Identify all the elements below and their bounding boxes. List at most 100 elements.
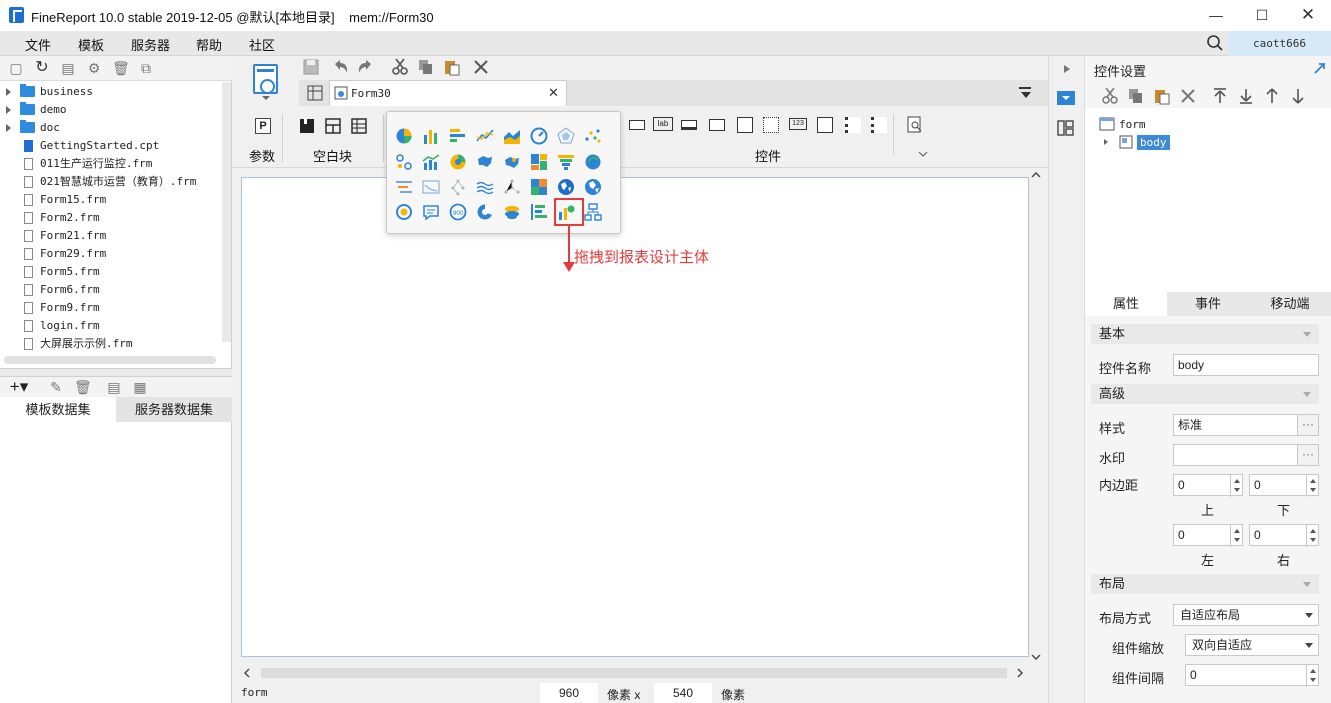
delete-icon[interactable]: 🗑	[112, 60, 130, 76]
area-chart-icon[interactable]	[503, 127, 521, 145]
watermark-input[interactable]	[1173, 444, 1298, 466]
date-widget-icon[interactable]	[737, 117, 753, 133]
menu-file[interactable]: 文件	[25, 35, 51, 54]
tree-chart-icon[interactable]	[449, 178, 467, 196]
close-tab-icon[interactable]: ✕	[548, 85, 559, 101]
dataset-config-icon[interactable]: ▦	[132, 379, 148, 395]
collapse-panel-icon[interactable]	[1063, 64, 1071, 74]
component-gap-input[interactable]: 0	[1185, 664, 1319, 687]
padding-left-spinner[interactable]	[1230, 525, 1242, 547]
textarea-widget-icon[interactable]	[817, 117, 833, 133]
preview-icon[interactable]: ▤	[106, 379, 122, 395]
new-folder-icon[interactable]: ▢	[8, 60, 24, 76]
button-widget-icon[interactable]	[681, 120, 697, 130]
gantt-chart-icon[interactable]	[395, 178, 413, 196]
scroll-up-icon[interactable]	[1031, 172, 1041, 178]
frame-chart-icon[interactable]	[422, 178, 440, 196]
copy-tool-icon[interactable]	[417, 58, 435, 76]
style-more-button[interactable]: ···	[1297, 414, 1319, 436]
column-chart-icon[interactable]	[422, 127, 440, 145]
canvas-width-field[interactable]: 960	[540, 683, 598, 703]
kpi-chart-icon[interactable]: 900	[449, 203, 467, 221]
label-widget-icon[interactable]: lab	[653, 117, 673, 131]
expand-arrow-icon[interactable]	[6, 124, 11, 132]
menu-template[interactable]: 模板	[78, 35, 104, 54]
save-icon[interactable]	[303, 59, 319, 75]
padding-top-spinner[interactable]	[1230, 475, 1242, 497]
absolute-layout-icon[interactable]	[299, 118, 315, 134]
close-button[interactable]: ✕	[1285, 0, 1331, 31]
pie-chart-icon[interactable]	[395, 127, 413, 145]
widget-name-input[interactable]: body	[1173, 354, 1319, 376]
component-library-icon[interactable]	[1057, 120, 1075, 136]
combobox-widget-icon[interactable]	[709, 119, 725, 131]
multi-pie-chart-icon[interactable]	[449, 153, 467, 171]
move-top-icon[interactable]	[1212, 87, 1228, 105]
3d-globe-icon[interactable]	[584, 178, 602, 196]
scatter-chart-icon[interactable]	[584, 127, 602, 145]
padding-bottom-spinner[interactable]	[1306, 475, 1318, 497]
layout-mode-select[interactable]: 自适应布局	[1173, 604, 1319, 626]
menu-server[interactable]: 服务器	[131, 35, 170, 54]
padding-bottom-input[interactable]: 0	[1249, 474, 1319, 497]
edit-icon[interactable]: ✎	[48, 379, 64, 395]
tab-template-dataset[interactable]: 模板数据集	[0, 397, 116, 422]
radar-chart-icon[interactable]	[557, 127, 575, 145]
donut-chart-icon[interactable]	[476, 203, 494, 221]
copy-icon[interactable]: ⧉	[138, 60, 154, 76]
style-input[interactable]: 标准	[1173, 414, 1298, 436]
section-basic[interactable]: 基本	[1091, 324, 1319, 344]
preview-widget-icon[interactable]	[907, 116, 923, 134]
tab-events[interactable]: 事件	[1167, 292, 1249, 316]
funnel-chart-icon[interactable]	[557, 153, 575, 171]
component-scale-select[interactable]: 双向自适应	[1185, 634, 1319, 656]
paste-widget-icon[interactable]	[1153, 87, 1171, 105]
padding-left-input[interactable]: 0	[1173, 524, 1243, 547]
number-widget-icon[interactable]: 123	[789, 118, 807, 130]
globe-chart-icon[interactable]	[557, 178, 575, 196]
table-layout-icon[interactable]	[351, 118, 367, 134]
liquid-chart-icon[interactable]	[503, 203, 521, 221]
tree-node-body[interactable]: body	[1137, 135, 1170, 150]
scroll-right-icon[interactable]	[1017, 668, 1023, 678]
template-icon[interactable]: ▤	[60, 60, 76, 76]
search-icon[interactable]	[1206, 34, 1224, 52]
user-badge[interactable]: caott666	[1228, 31, 1331, 56]
widget-settings-toggle[interactable]	[1057, 91, 1075, 105]
widget-expand-icon[interactable]	[918, 151, 928, 157]
expand-arrow-icon[interactable]	[1103, 138, 1109, 146]
maximize-button[interactable]: ☐	[1239, 0, 1285, 31]
expand-arrow-icon[interactable]	[6, 88, 11, 96]
move-down-icon[interactable]	[1290, 87, 1306, 105]
move-up-icon[interactable]	[1264, 87, 1280, 105]
section-advanced[interactable]: 高级	[1091, 384, 1319, 404]
tab-properties[interactable]: 属性	[1085, 292, 1167, 316]
parameter-panel-icon[interactable]: P	[255, 118, 271, 134]
refresh-icon[interactable]: ↻	[34, 60, 50, 76]
padding-top-input[interactable]: 0	[1173, 474, 1243, 497]
menu-community[interactable]: 社区	[249, 35, 275, 54]
delete-tool-icon[interactable]	[473, 59, 489, 75]
canvas-horizontal-scrollbar[interactable]	[241, 665, 1031, 681]
tree-node-form[interactable]: form	[1119, 118, 1146, 131]
file-tab-form30[interactable]: Form30 ✕	[329, 80, 567, 106]
point-map-icon[interactable]	[503, 153, 521, 171]
combo-chart-icon[interactable]	[422, 153, 440, 171]
section-layout[interactable]: 布局	[1091, 574, 1319, 594]
canvas-vertical-scrollbar[interactable]	[1030, 168, 1042, 664]
panel-splitter[interactable]	[0, 368, 232, 377]
region-map-icon[interactable]	[476, 153, 494, 171]
checkbox-group-widget-icon[interactable]	[871, 117, 887, 133]
tab-server-dataset[interactable]: 服务器数据集	[116, 397, 232, 422]
settings-icon[interactable]: ⚙	[86, 60, 102, 76]
textbox-widget-icon[interactable]	[629, 120, 645, 130]
tab-menu-icon[interactable]	[1019, 87, 1033, 99]
tree-vertical-scrollbar[interactable]	[222, 82, 231, 342]
padding-right-input[interactable]: 0	[1249, 524, 1319, 547]
tree-horizontal-scrollbar[interactable]	[4, 356, 216, 364]
menu-help[interactable]: 帮助	[196, 35, 222, 54]
watermark-more-button[interactable]: ···	[1297, 444, 1319, 466]
canvas-height-field[interactable]: 540	[654, 683, 712, 703]
treemap-chart-icon[interactable]	[530, 153, 548, 171]
progress-chart-icon[interactable]	[530, 203, 548, 221]
